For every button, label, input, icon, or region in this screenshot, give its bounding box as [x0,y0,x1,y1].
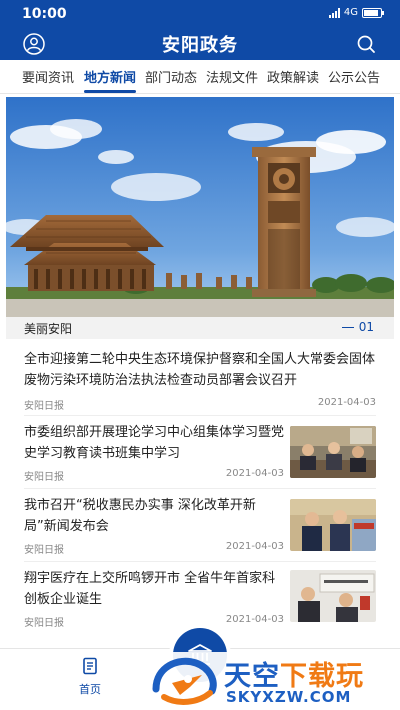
news-source: 安阳日报 [24,545,64,556]
app-screen: 10:00 4G 安阳政务 要闻资讯 地方新闻 部门动态 法规文件 政策解读 公… [0,0,400,710]
news-thumbnail [290,426,376,478]
battery-icon [362,7,384,18]
watermark-domain: SKYXZW.COM [226,688,352,706]
tab-public-notices[interactable]: 公示公告 [328,67,380,86]
news-item[interactable]: 我市召开“税收惠民办实事 深化改革开新局”新闻发布会 安阳日报 2021-04-… [24,495,376,556]
news-thumbnail [290,499,376,551]
news-source: 安阳日报 [24,618,64,629]
news-title: 全市迎接第二轮中央生态环境保护督察和全国人大常委会固体废物污染环境防治法执法检查… [24,352,376,388]
news-date: 2021-04-03 [317,397,376,408]
divider [24,488,376,489]
news-item[interactable]: 翔宇医疗在上交所鸣锣开市 全省牛年首家科创板企业诞生 安阳日报 2021-04-… [24,568,376,629]
carousel-indicator-line [342,327,354,328]
banner-caption-bar: 美丽安阳 01 [6,317,394,339]
status-bar: 10:00 4G [0,0,400,28]
banner-caption: 美丽安阳 [24,322,73,336]
status-icons: 4G [328,7,384,18]
divider [24,415,376,416]
signal-icon [328,7,340,18]
news-item[interactable]: 全市迎接第二轮中央生态环境保护督察和全国人大常委会固体废物污染环境防治法执法检查… [24,349,376,412]
home-icon [83,657,97,675]
site-watermark: 天空下载玩 SKYXZW.COM [148,652,400,710]
news-source: 安阳日报 [24,472,64,483]
tab-regulations[interactable]: 法规文件 [206,67,258,86]
carousel-index: 01 [358,320,374,334]
news-source: 安阳日报 [24,401,64,412]
tab-department-news[interactable]: 部门动态 [145,67,197,86]
nav-home[interactable]: 首页 [70,657,110,697]
news-item[interactable]: 市委组织部开展理论学习中心组集体学习暨党史学习教育读书班集中学习 安阳日报 20… [24,422,376,483]
page-title: 安阳政务 [162,35,238,56]
tab-local-news[interactable]: 地方新闻 [84,67,137,93]
news-title: 我市召开“税收惠民办实事 深化改革开新局”新闻发布会 [24,498,256,534]
category-tabs: 要闻资讯 地方新闻 部门动态 法规文件 政策解读 公示公告 [0,60,400,94]
banner-carousel[interactable] [6,97,394,317]
news-date: 2021-04-03 [225,468,284,479]
watermark-logo-icon [152,657,217,705]
status-time: 10:00 [22,6,67,22]
tab-policy-interpretation[interactable]: 政策解读 [267,67,319,86]
top-header: 10:00 4G 安阳政务 [0,0,400,60]
news-date: 2021-04-03 [225,614,284,625]
news-thumbnail [290,570,376,622]
network-label: 4G [343,7,358,18]
banner-image [6,97,394,317]
search-icon[interactable] [354,32,378,56]
news-title: 翔宇医疗在上交所鸣锣开市 全省牛年首家科创板企业诞生 [24,571,276,607]
divider [24,561,376,562]
news-date: 2021-04-03 [225,541,284,552]
news-title: 市委组织部开展理论学习中心组集体学习暨党史学习教育读书班集中学习 [24,425,285,461]
tab-headline-news[interactable]: 要闻资讯 [22,67,74,86]
nav-home-label: 首页 [79,683,101,696]
